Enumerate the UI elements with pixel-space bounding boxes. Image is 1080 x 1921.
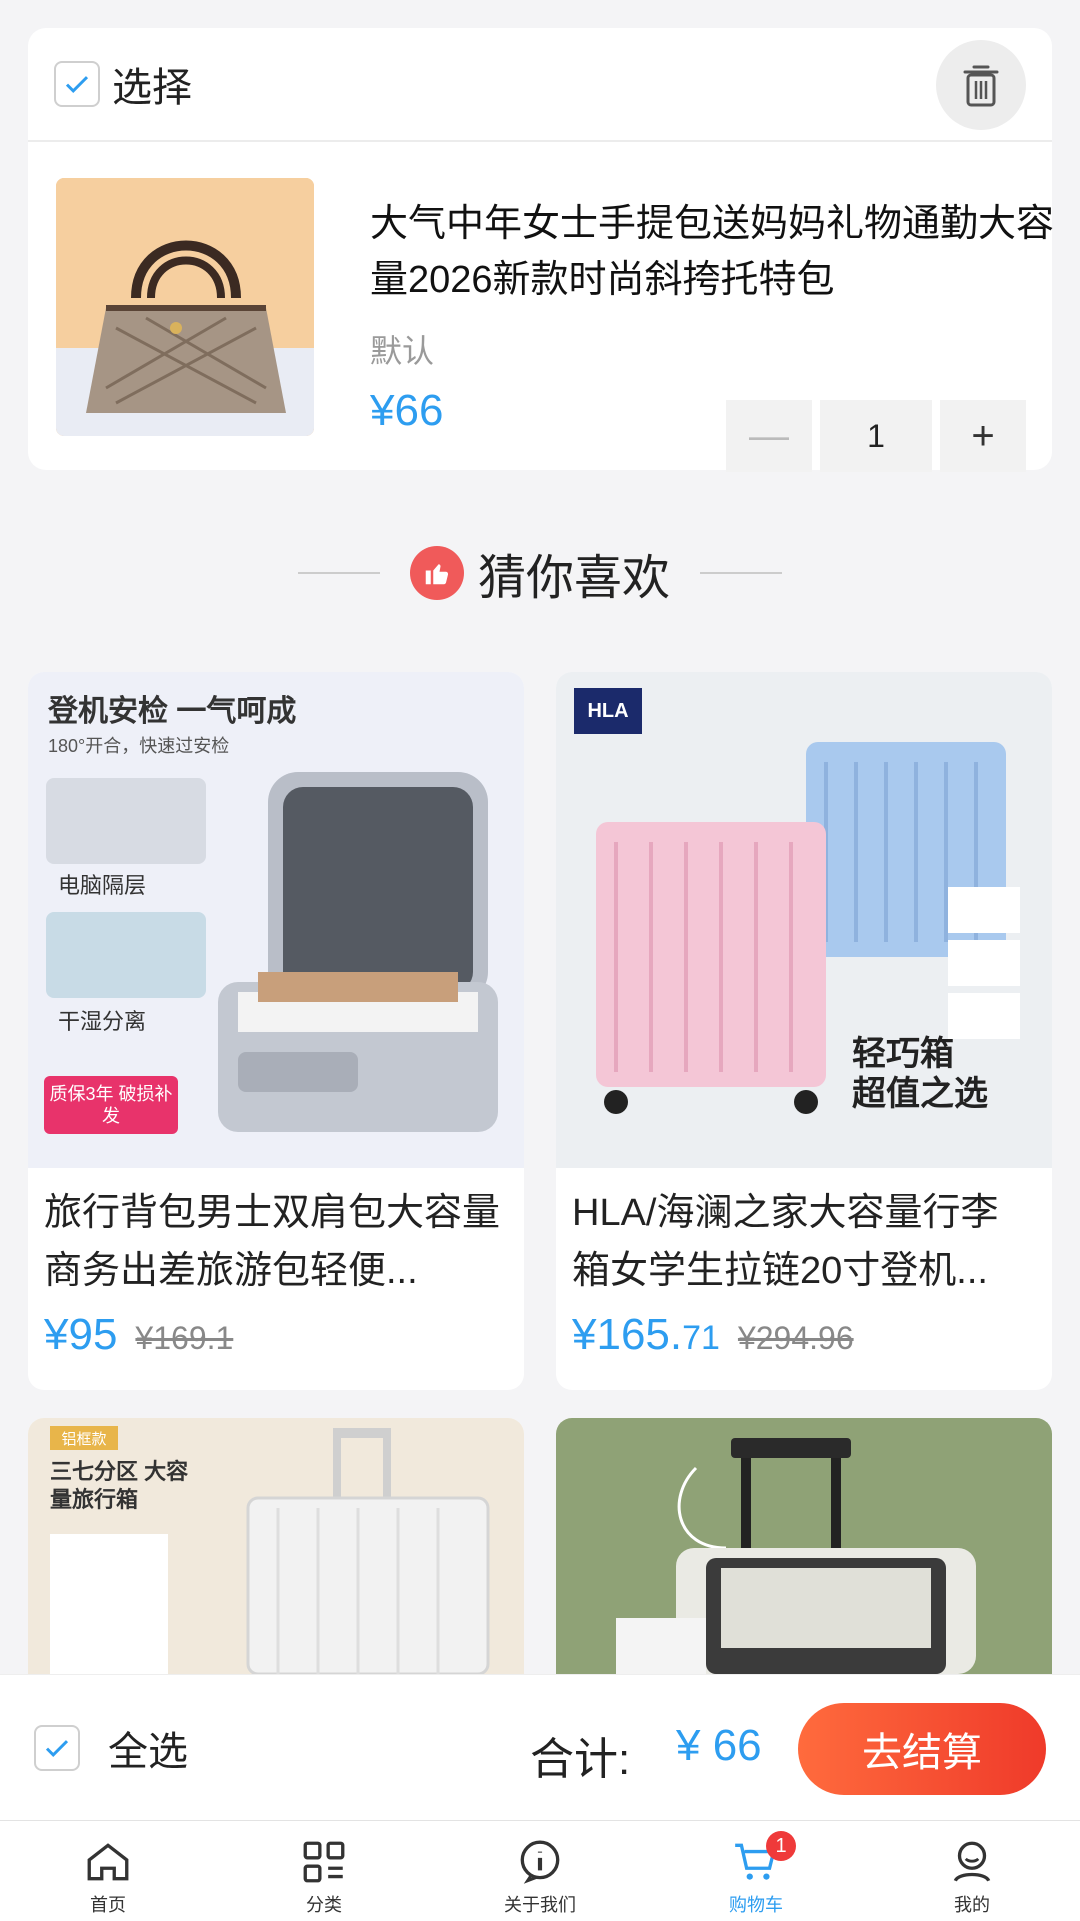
increase-button[interactable]: + (940, 400, 1026, 472)
quantity-stepper: — 1 + (726, 400, 1026, 472)
checkout-bar: 全选 合计: ¥ 66 去结算 (0, 1674, 1080, 1821)
image-feature-2: 干湿分离 (58, 1009, 147, 1034)
image-tag: 铝框款 (50, 1426, 118, 1450)
user-icon (953, 1841, 991, 1882)
product-prices: ¥165.71 ¥294.96 (556, 1300, 1052, 1360)
home-icon (87, 1843, 129, 1881)
decrease-button[interactable]: — (726, 400, 812, 472)
total-value: ¥ 66 (676, 1721, 762, 1770)
image-slogan-2: 超值之选 (852, 1075, 988, 1113)
check-icon (65, 76, 89, 93)
product-image-suitcase: HLA 轻巧箱 超值之选 (556, 672, 1052, 1168)
select-all-label[interactable]: 全选 (108, 1719, 188, 1777)
original-price: ¥294.96 (737, 1320, 854, 1356)
recommend-header: 猜你喜欢 (0, 540, 1080, 606)
product-card[interactable]: 登机安检 一气呵成 180°开合，快速过安检 电脑隔层 干湿分离 质保3年 破损… (28, 672, 524, 1390)
cart-item-card: 选择 大气中年女士手提包送妈妈礼物通勤大容量2026新款时尚斜挎托特包 默认 ¥… (28, 28, 1054, 472)
cart-badge: 1 (766, 1831, 796, 1861)
original-price: ¥169.1 (135, 1320, 234, 1356)
product-price: ¥95 (44, 1310, 118, 1359)
total-label: 合计: (530, 1735, 631, 1784)
recommend-title: 猜你喜欢 (477, 552, 670, 605)
cart-item: 大气中年女士手提包送妈妈礼物通勤大容量2026新款时尚斜挎托特包 默认 ¥66 … (56, 178, 1054, 472)
tab-category[interactable]: 分类 (216, 1821, 432, 1921)
product-name: HLA/海澜之家大容量行李箱女学生拉链20寸登机... (572, 1192, 999, 1292)
product-name: 旅行背包男士双肩包大容量商务出差旅游包轻便... (44, 1192, 501, 1292)
product-card[interactable]: 铝框款 三七分区 大容量旅行箱 (28, 1418, 524, 1674)
brand-logo: HLA (574, 688, 642, 734)
tab-label: 我的 (954, 1895, 990, 1915)
item-checkbox[interactable] (54, 61, 100, 107)
tab-mine[interactable]: 我的 (864, 1821, 1080, 1921)
cart-item-price: ¥66 (370, 386, 444, 435)
checkout-button[interactable]: 去结算 (798, 1703, 1046, 1795)
tab-label: 分类 (306, 1895, 342, 1915)
image-feature-1: 电脑隔层 (58, 873, 147, 898)
info-icon (520, 1840, 560, 1884)
trash-icon (963, 65, 999, 107)
product-prices: ¥95 ¥169.1 (28, 1300, 524, 1360)
product-card[interactable] (556, 1418, 1052, 1674)
price-decimal: 71 (682, 1319, 720, 1357)
delete-button[interactable] (936, 40, 1026, 130)
select-label: 选择 (112, 66, 192, 110)
price-integer: ¥165. (572, 1310, 683, 1359)
category-icon (303, 1841, 345, 1883)
bottom-tab-bar: 首页 分类 关于我们 1 购物车 我的 (0, 1820, 1080, 1921)
tab-about[interactable]: 关于我们 (432, 1821, 648, 1921)
tab-label: 首页 (90, 1895, 126, 1915)
cart-item-title[interactable]: 大气中年女士手提包送妈妈礼物通勤大容量2026新款时尚斜挎托特包 (370, 196, 1060, 308)
image-badge: 质保3年 破损补发 (44, 1076, 178, 1134)
image-subline: 180°开合，快速过安检 (48, 736, 230, 756)
product-image-aluminum-suitcase: 铝框款 三七分区 大容量旅行箱 (28, 1418, 524, 1674)
cart-item-spec[interactable]: 默认 (370, 326, 434, 372)
image-headline: 三七分区 大容量旅行箱 (50, 1459, 189, 1512)
tab-label: 关于我们 (504, 1895, 576, 1915)
product-image-handbag[interactable] (56, 178, 314, 436)
image-slogan: 轻巧箱 超值之选 (852, 1034, 988, 1114)
check-icon (45, 1740, 69, 1757)
select-all-checkbox[interactable] (34, 1725, 80, 1771)
tab-label: 购物车 (729, 1895, 783, 1915)
product-card[interactable]: HLA 轻巧箱 超值之选 HLA/海澜之家大容量行李箱女学生拉链20寸登机...… (556, 672, 1052, 1390)
image-slogan-1: 轻巧箱 (852, 1035, 954, 1073)
shop-select-row: 选择 (28, 28, 1052, 142)
divider (700, 572, 782, 574)
product-image-backpack: 登机安检 一气呵成 180°开合，快速过安检 电脑隔层 干湿分离 质保3年 破损… (28, 672, 524, 1168)
tab-home[interactable]: 首页 (0, 1821, 216, 1921)
tab-cart[interactable]: 1 购物车 (648, 1821, 864, 1921)
image-headline: 登机安检 一气呵成 (48, 695, 297, 728)
product-price: ¥165.71 (572, 1310, 720, 1360)
product-image-front-open-suitcase (556, 1418, 1052, 1674)
divider (297, 572, 380, 574)
quantity-value[interactable]: 1 (820, 400, 932, 472)
thumbs-up-icon (409, 546, 464, 600)
